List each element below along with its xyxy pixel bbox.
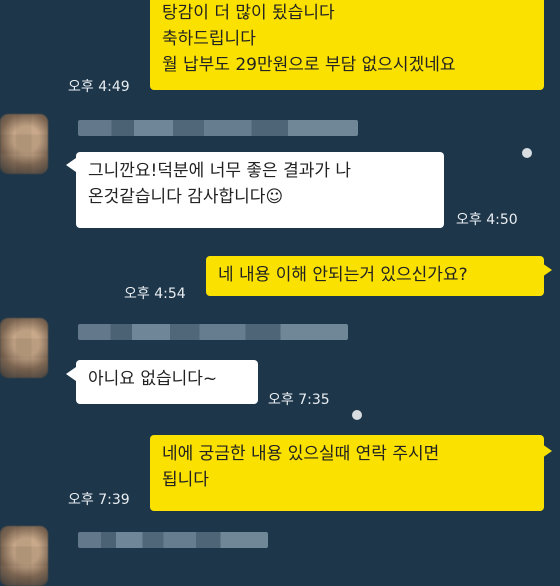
bubble-tail: [66, 158, 76, 172]
avatar[interactable]: [0, 318, 48, 378]
message-time: 오후 7:39: [68, 492, 130, 508]
incoming-message[interactable]: 아니요 없습니다~: [76, 360, 258, 404]
sender-name: [78, 120, 358, 136]
sender-name: [78, 324, 348, 340]
unread-dot: [522, 148, 532, 158]
outgoing-message[interactable]: 네에 궁금한 내용 있으실때 연락 주시면 됩니다: [150, 435, 544, 511]
message-time: 오후 7:35: [268, 392, 330, 408]
avatar[interactable]: [0, 114, 48, 174]
message-time: 오후 4:54: [124, 286, 186, 302]
incoming-message[interactable]: 그니깐요!덕분에 너무 좋은 결과가 나 온것같습니다 감사합니다☺: [76, 152, 444, 228]
unread-dot: [352, 410, 362, 420]
outgoing-message[interactable]: 네 내용 이해 안되는거 있으신가요?: [206, 256, 544, 296]
message-time: 오후 4:49: [68, 79, 130, 95]
message-time: 오후 4:50: [456, 212, 518, 228]
avatar[interactable]: [0, 526, 48, 586]
outgoing-message[interactable]: 탕감이 더 많이 됬습니다 축하드립니다 월 납부도 29만원으로 부담 없으시…: [150, 0, 544, 90]
sender-name: [78, 532, 268, 548]
bubble-tail: [66, 367, 76, 381]
chat-area: 탕감이 더 많이 됬습니다 축하드립니다 월 납부도 29만원으로 부담 없으시…: [0, 0, 560, 586]
